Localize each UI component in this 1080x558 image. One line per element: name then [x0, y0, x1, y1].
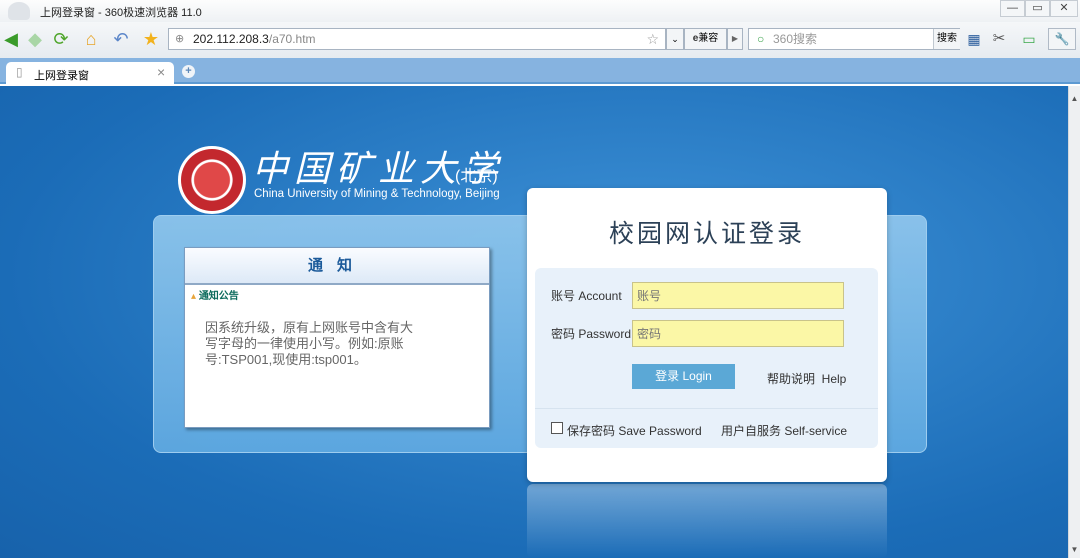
- save-password-label[interactable]: 保存密码 Save Password: [567, 422, 702, 439]
- self-service-link[interactable]: 用户自服务 Self-service: [721, 422, 847, 439]
- login-form: 账号 Account 密码 Password 登录 Login 帮助说明 Hel…: [535, 268, 878, 448]
- search-button[interactable]: 搜索: [933, 29, 960, 49]
- tab-label: 上网登录窗: [34, 70, 89, 82]
- refresh-icon[interactable]: ⟳: [50, 28, 72, 50]
- university-seal: [178, 146, 246, 214]
- login-title: 校园网认证登录: [608, 220, 805, 248]
- address-host: 202.112.208.3: [193, 32, 269, 46]
- user-avatar-icon[interactable]: [8, 2, 30, 20]
- notice-box: 通知 ▴ 通知公告 因系统升级，原有上网账号中含有大写字母的一律使用小写。例如:…: [184, 247, 490, 428]
- address-path: /a70.htm: [268, 32, 316, 46]
- tools-wrench-icon[interactable]: 🔧: [1048, 28, 1076, 50]
- shield-icon: ⊕: [175, 33, 185, 45]
- tab-bar: ▯ 上网登录窗 × +: [0, 58, 1080, 84]
- campus-label: (北京): [455, 168, 498, 185]
- restore-button[interactable]: ▭: [1025, 0, 1050, 17]
- bookmark-star-icon[interactable]: ☆: [646, 29, 659, 49]
- account-input[interactable]: [632, 282, 844, 309]
- search-placeholder: 360搜索: [773, 32, 818, 46]
- university-name-english: China University of Mining & Technology,…: [254, 188, 500, 200]
- password-label: 密码 Password: [551, 327, 632, 341]
- new-tab-icon[interactable]: +: [182, 65, 195, 78]
- search-engine-icon: ○: [757, 32, 765, 46]
- forward-icon[interactable]: ◆: [24, 28, 46, 50]
- undo-icon[interactable]: ↶: [110, 28, 132, 50]
- search-input[interactable]: ○ 360搜索: [748, 28, 960, 50]
- apps-grid-icon[interactable]: ▦: [963, 28, 985, 50]
- window-title: 上网登录窗 - 360极速浏览器 11.0: [40, 7, 202, 19]
- address-dropdown-icon[interactable]: ⌄: [666, 28, 684, 50]
- notice-subtitle: 通知公告: [198, 291, 239, 302]
- login-button[interactable]: 登录 Login: [632, 364, 735, 389]
- title-bar: 上网登录窗 - 360极速浏览器 11.0 — ▭ ✕: [0, 0, 1080, 22]
- close-button[interactable]: ✕: [1050, 0, 1078, 17]
- scissors-icon[interactable]: ✂: [988, 28, 1010, 50]
- save-password-checkbox[interactable]: [551, 422, 563, 434]
- account-label: 账号 Account: [551, 289, 622, 303]
- notice-title: 通知: [185, 248, 489, 285]
- minimize-button[interactable]: —: [1000, 0, 1025, 17]
- bullet-icon: ▴: [191, 291, 197, 302]
- password-input[interactable]: [632, 320, 844, 347]
- tab-close-icon[interactable]: ×: [157, 64, 165, 80]
- tab-login[interactable]: ▯ 上网登录窗 ×: [6, 62, 174, 84]
- notice-body: 因系统升级，原有上网账号中含有大写字母的一律使用小写。例如:原账号:TSP001…: [205, 320, 414, 367]
- compat-mode-button[interactable]: e兼容: [684, 28, 727, 50]
- back-icon[interactable]: ◀: [0, 28, 22, 50]
- page-icon: ▯: [16, 65, 23, 79]
- home-icon[interactable]: ⌂: [80, 28, 102, 50]
- help-link[interactable]: 帮助说明 Help: [767, 370, 846, 387]
- card-reflection: [527, 484, 887, 558]
- favorites-star-icon[interactable]: ★: [140, 28, 162, 50]
- compat-label: 兼容: [698, 33, 719, 44]
- address-bar[interactable]: ⊕ 202.112.208.3/a70.htm ☆: [168, 28, 666, 50]
- battery-icon[interactable]: ▭: [1018, 28, 1040, 50]
- vertical-scrollbar[interactable]: ▲ ▼: [1068, 86, 1080, 558]
- compat-arrow-icon[interactable]: ▶: [727, 28, 743, 50]
